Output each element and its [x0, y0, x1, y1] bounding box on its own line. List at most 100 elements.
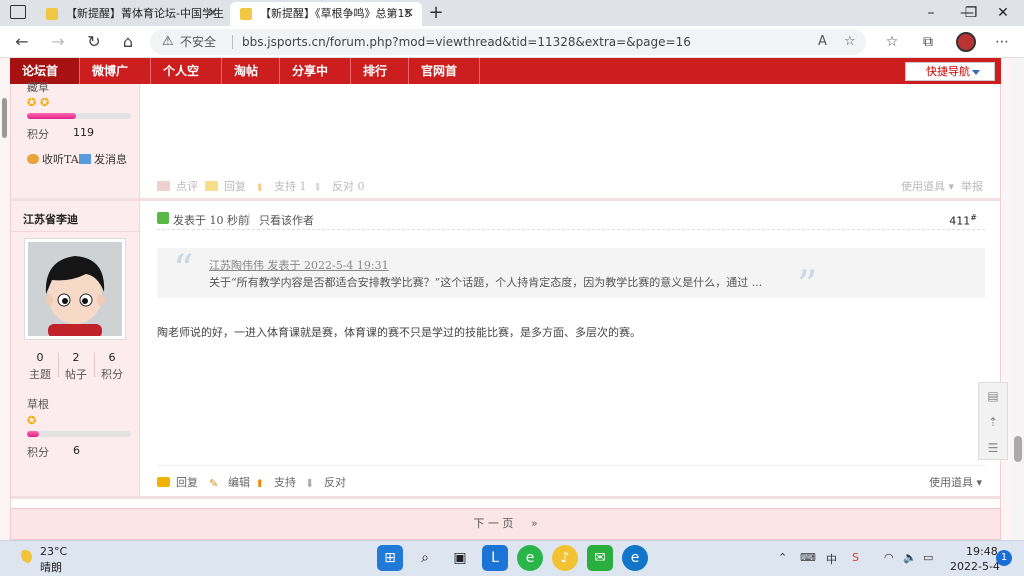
reply-icon — [157, 477, 170, 487]
floor-value: 411 — [949, 214, 971, 228]
favicon-icon — [240, 8, 252, 20]
nav-weibo[interactable]: 微博广播 — [80, 58, 151, 104]
browser-tab-2[interactable]: 【新提醒】《草根争鸣》总第15 ✕ — [230, 2, 422, 26]
floor-number[interactable]: 411# — [949, 213, 977, 228]
back-to-top-icon[interactable]: ⇡ — [979, 409, 1007, 435]
music-app-icon[interactable]: ♪ — [552, 545, 578, 571]
volume-icon[interactable]: 🔈 — [903, 551, 917, 564]
rank-name[interactable]: 草根 — [27, 396, 49, 412]
clock-date[interactable]: 2022-5-4 — [950, 560, 1000, 573]
browser-tab-1[interactable]: 【新提醒】菁体育论坛-中国学生 ✕ — [36, 2, 226, 26]
ime-indicator[interactable]: 中 — [826, 551, 837, 567]
lenovo-app-icon[interactable]: L — [482, 545, 508, 571]
rate-button[interactable]: 点评 — [157, 178, 198, 194]
tab-actions-icon[interactable] — [10, 5, 26, 19]
support-label: 支持 1 — [274, 180, 307, 193]
thread-content: 藏草 ✪ ✪ 积分 119 收听TA 发消息 点评 回复 ⬆ 支持 1 ⬇ 反对 0… — [10, 81, 1001, 540]
cartoon-avatar-icon — [28, 242, 122, 336]
rate-icon — [157, 181, 170, 191]
support-button[interactable]: ⬆ 支持 — [255, 474, 296, 490]
address-bar[interactable]: ⚠ 不安全 bbs.jsports.cn/forum.php?mod=viewt… — [150, 29, 866, 55]
stat-points[interactable]: 6 积分 — [95, 351, 129, 382]
forward-icon[interactable]: → — [46, 30, 70, 54]
nav-ranking[interactable]: 排行榜 — [351, 58, 409, 104]
weather-temperature[interactable]: 23°C — [40, 545, 67, 558]
tray-overflow-icon[interactable]: ⌃ — [778, 551, 787, 564]
notification-badge[interactable]: 1 — [996, 550, 1012, 566]
wifi-icon[interactable]: ◠ — [884, 551, 894, 564]
report-button[interactable]: 举报 — [961, 178, 983, 194]
use-tools-button[interactable]: 使用道具 ▾ — [901, 178, 954, 194]
keyboard-icon[interactable]: ⌨ — [800, 551, 816, 564]
task-view-icon[interactable]: ▣ — [447, 545, 473, 571]
more-menu-icon[interactable]: ⋯ — [990, 30, 1014, 54]
nav-official-home[interactable]: 官网首页 — [409, 58, 480, 104]
next-page-link[interactable]: 下 一 页 — [473, 517, 513, 530]
list-icon[interactable]: ☰ — [979, 435, 1007, 461]
post-header: 发表于 10 秒前 | 只看该作者 411# — [157, 208, 985, 230]
quote-meta-link[interactable]: 江苏陶伟伟 发表于 2022-5-4 19:31 — [209, 257, 389, 273]
stat-threads[interactable]: 0 主题 — [23, 351, 57, 382]
back-icon[interactable]: ← — [10, 30, 34, 54]
envelope-icon — [79, 154, 91, 164]
post-divider — [11, 496, 1000, 499]
reply-button[interactable]: 回复 — [205, 178, 246, 194]
pagination-bar[interactable]: 下 一 页 » — [10, 508, 1001, 540]
quick-nav-dropdown[interactable]: 快捷导航 — [905, 62, 995, 81]
divider — [11, 231, 139, 232]
nav-taotie[interactable]: 淘帖吧 — [222, 58, 280, 104]
author-name[interactable]: 江苏省李迪 — [23, 211, 78, 227]
weather-description[interactable]: 晴朗 — [40, 559, 62, 575]
oppose-label: 反对 0 — [332, 180, 365, 193]
url-text[interactable]: bbs.jsports.cn/forum.php?mod=viewthread&… — [242, 29, 691, 55]
favorites-icon[interactable]: ☆ — [880, 30, 904, 54]
points-value: 119 — [73, 126, 94, 139]
floor-mark: # — [970, 213, 977, 222]
browser-e-icon[interactable]: e — [517, 545, 543, 571]
close-tab-icon[interactable]: ✕ — [403, 2, 414, 26]
battery-icon[interactable]: ▭ — [923, 551, 933, 564]
home-icon[interactable]: ⌂ — [116, 30, 140, 54]
avatar[interactable] — [24, 238, 126, 340]
favorite-add-icon[interactable]: ☆ — [844, 29, 856, 55]
reply-button[interactable]: 回复 — [157, 474, 198, 490]
close-tab-icon[interactable]: ✕ — [207, 2, 218, 26]
follow-link[interactable]: 收听TA — [27, 151, 79, 167]
author-stats: 0 主题 2 帖子 6 积分 — [23, 351, 129, 381]
sogou-ime-icon[interactable]: S — [852, 551, 859, 564]
oppose-button[interactable]: ⬇ 反对 — [305, 474, 346, 490]
nav-share-center[interactable]: 分享中心 — [280, 58, 351, 104]
edge-browser-icon[interactable]: e — [622, 545, 648, 571]
quick-reply-icon[interactable]: ▤ — [979, 383, 1007, 409]
stat-value: 6 — [108, 351, 116, 364]
start-menu-icon[interactable]: ⊞ — [377, 545, 403, 571]
moon-weather-icon[interactable] — [18, 550, 32, 564]
read-aloud-icon[interactable]: A — [818, 29, 827, 55]
close-window-button[interactable]: ✕ — [982, 0, 1024, 26]
next-page-arrow[interactable]: » — [531, 517, 538, 530]
stat-posts[interactable]: 2 帖子 — [59, 351, 93, 382]
profile-avatar-icon[interactable] — [956, 32, 976, 52]
clock-time[interactable]: 19:48 — [966, 545, 998, 558]
nav-personal-space[interactable]: 个人空间 — [151, 58, 222, 104]
support-button[interactable]: ⬆ 支持 1 — [255, 178, 307, 194]
refresh-icon[interactable]: ↻ — [82, 30, 106, 54]
tab-title: 【新提醒】菁体育论坛-中国学生 — [66, 7, 224, 20]
level-progress-fill — [27, 113, 76, 119]
edit-label: 编辑 — [228, 476, 250, 489]
page-scrollbar[interactable] — [1012, 58, 1024, 540]
oppose-button[interactable]: ⬇ 反对 0 — [313, 178, 365, 194]
insecure-label[interactable]: 不安全 — [180, 29, 216, 55]
scrollbar-thumb[interactable] — [1014, 436, 1022, 462]
use-tools-button[interactable]: 使用道具 ▾ — [929, 474, 982, 490]
search-icon[interactable]: ⌕ — [412, 545, 438, 571]
warning-icon[interactable]: ⚠ — [162, 29, 174, 55]
forum-nav: 论坛首页 微博广播 个人空间 淘帖吧 分享中心 排行榜 官网首页 快捷导航 — [10, 58, 1001, 104]
post-divider — [11, 198, 1000, 201]
edit-button[interactable]: ✎ 编辑 — [209, 474, 250, 490]
send-message-link[interactable]: 发消息 — [79, 151, 127, 167]
wechat-icon[interactable]: ✉ — [587, 545, 613, 571]
collections-icon[interactable]: ⧉ — [916, 30, 940, 54]
new-tab-button[interactable]: + — [426, 2, 446, 24]
author-only-link[interactable]: 只看该作者 — [259, 212, 314, 228]
